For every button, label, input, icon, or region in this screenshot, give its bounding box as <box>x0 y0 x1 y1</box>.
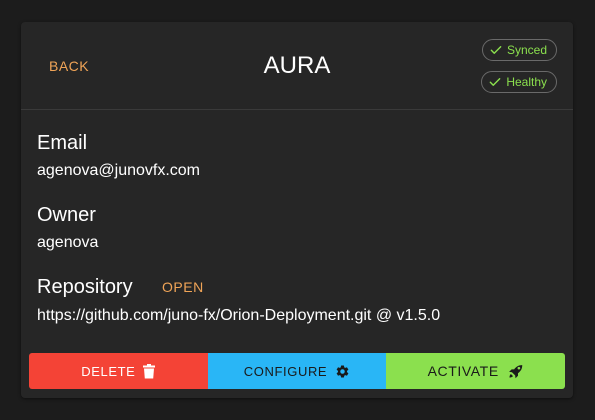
action-bar: DELETE CONFIGURE ACTIVATE <box>29 353 566 389</box>
repository-value: https://github.com/juno-fx/Orion-Deploym… <box>37 307 441 324</box>
status-badge-label: Synced <box>506 43 547 57</box>
configure-button[interactable]: CONFIGURE <box>207 353 387 389</box>
gear-icon <box>335 364 350 379</box>
check-icon <box>489 43 503 57</box>
owner-value: agenova <box>37 234 99 251</box>
check-icon <box>488 75 502 89</box>
status-badge-label: Healthy <box>506 75 547 89</box>
activate-label: ACTIVATE <box>427 363 499 379</box>
status-badge-healthy: Healthy <box>481 71 557 93</box>
repository-label: Repository <box>37 276 133 298</box>
owner-label: Owner <box>37 204 96 226</box>
email-value: agenova@junovfx.com <box>37 162 200 179</box>
activate-button[interactable]: ACTIVATE <box>386 353 566 389</box>
delete-button[interactable]: DELETE <box>29 353 208 389</box>
app-card: BACK AURA Synced Healthy Email agenova@j… <box>21 22 573 398</box>
configure-label: CONFIGURE <box>243 363 328 379</box>
card-header: BACK AURA Synced Healthy <box>21 22 573 110</box>
open-repository-link[interactable]: OPEN <box>162 279 204 295</box>
rocket-icon <box>507 363 524 380</box>
status-badge-synced: Synced <box>481 39 557 61</box>
delete-label: DELETE <box>81 363 136 379</box>
trash-icon <box>143 363 156 379</box>
email-label: Email <box>37 132 88 154</box>
